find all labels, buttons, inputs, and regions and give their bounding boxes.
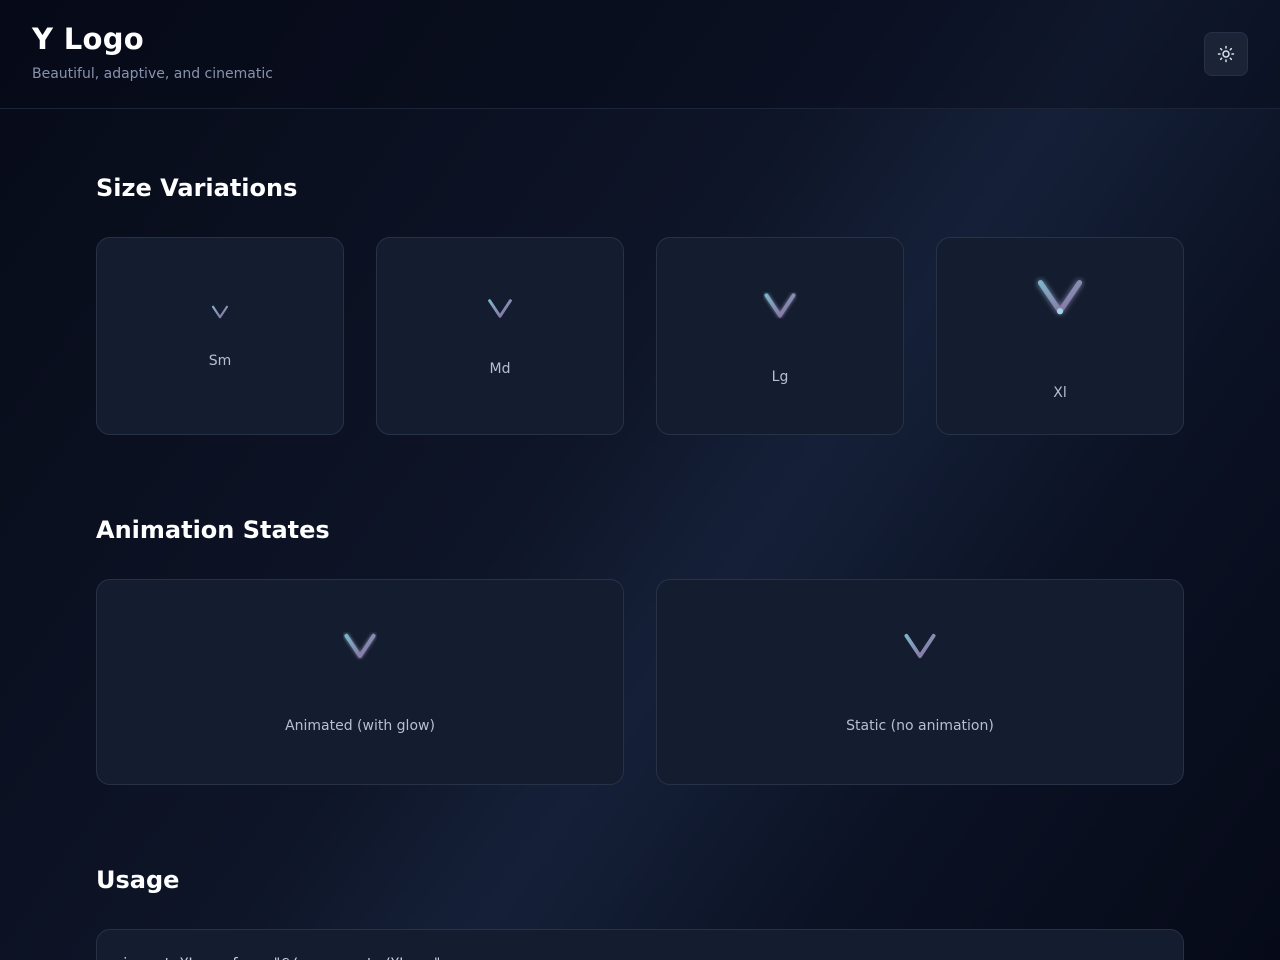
y-logo-icon [344, 633, 376, 659]
animation-state-label: Animated (with glow) [285, 718, 435, 734]
theme-toggle-button[interactable] [1204, 32, 1248, 76]
section-title-animation-states: Animation States [96, 516, 330, 544]
logo-card-static: Static (no animation) [656, 579, 1184, 785]
logo-size-label: Xl [1053, 385, 1067, 401]
y-logo-icon [1037, 280, 1083, 315]
app-header: Y Logo Beautiful, adaptive, and cinemati… [0, 0, 1280, 109]
logo-card-sm: Sm [96, 237, 344, 435]
logo-card-md: Md [376, 237, 624, 435]
y-logo-icon [904, 633, 936, 659]
y-logo-icon [488, 299, 512, 318]
section-title-size-variations: Size Variations [96, 174, 298, 202]
logo-size-label: Lg [771, 369, 789, 385]
logo-card-lg: Lg [656, 237, 904, 435]
logo-size-label: Sm [208, 353, 232, 369]
usage-code-block: import YLogo from "@/components/YLogo"; [96, 929, 1184, 960]
logo-size-label: Md [489, 361, 511, 377]
page-title: Y Logo [32, 22, 144, 56]
logo-card-xl: Xl [936, 237, 1184, 435]
y-logo-icon [211, 305, 229, 319]
page-subtitle: Beautiful, adaptive, and cinematic [32, 66, 273, 82]
section-title-usage: Usage [96, 866, 180, 894]
animation-state-label: Static (no animation) [846, 718, 994, 734]
y-logo-icon [764, 293, 796, 318]
logo-card-animated: Animated (with glow) [96, 579, 624, 785]
sun-icon [1217, 45, 1235, 63]
